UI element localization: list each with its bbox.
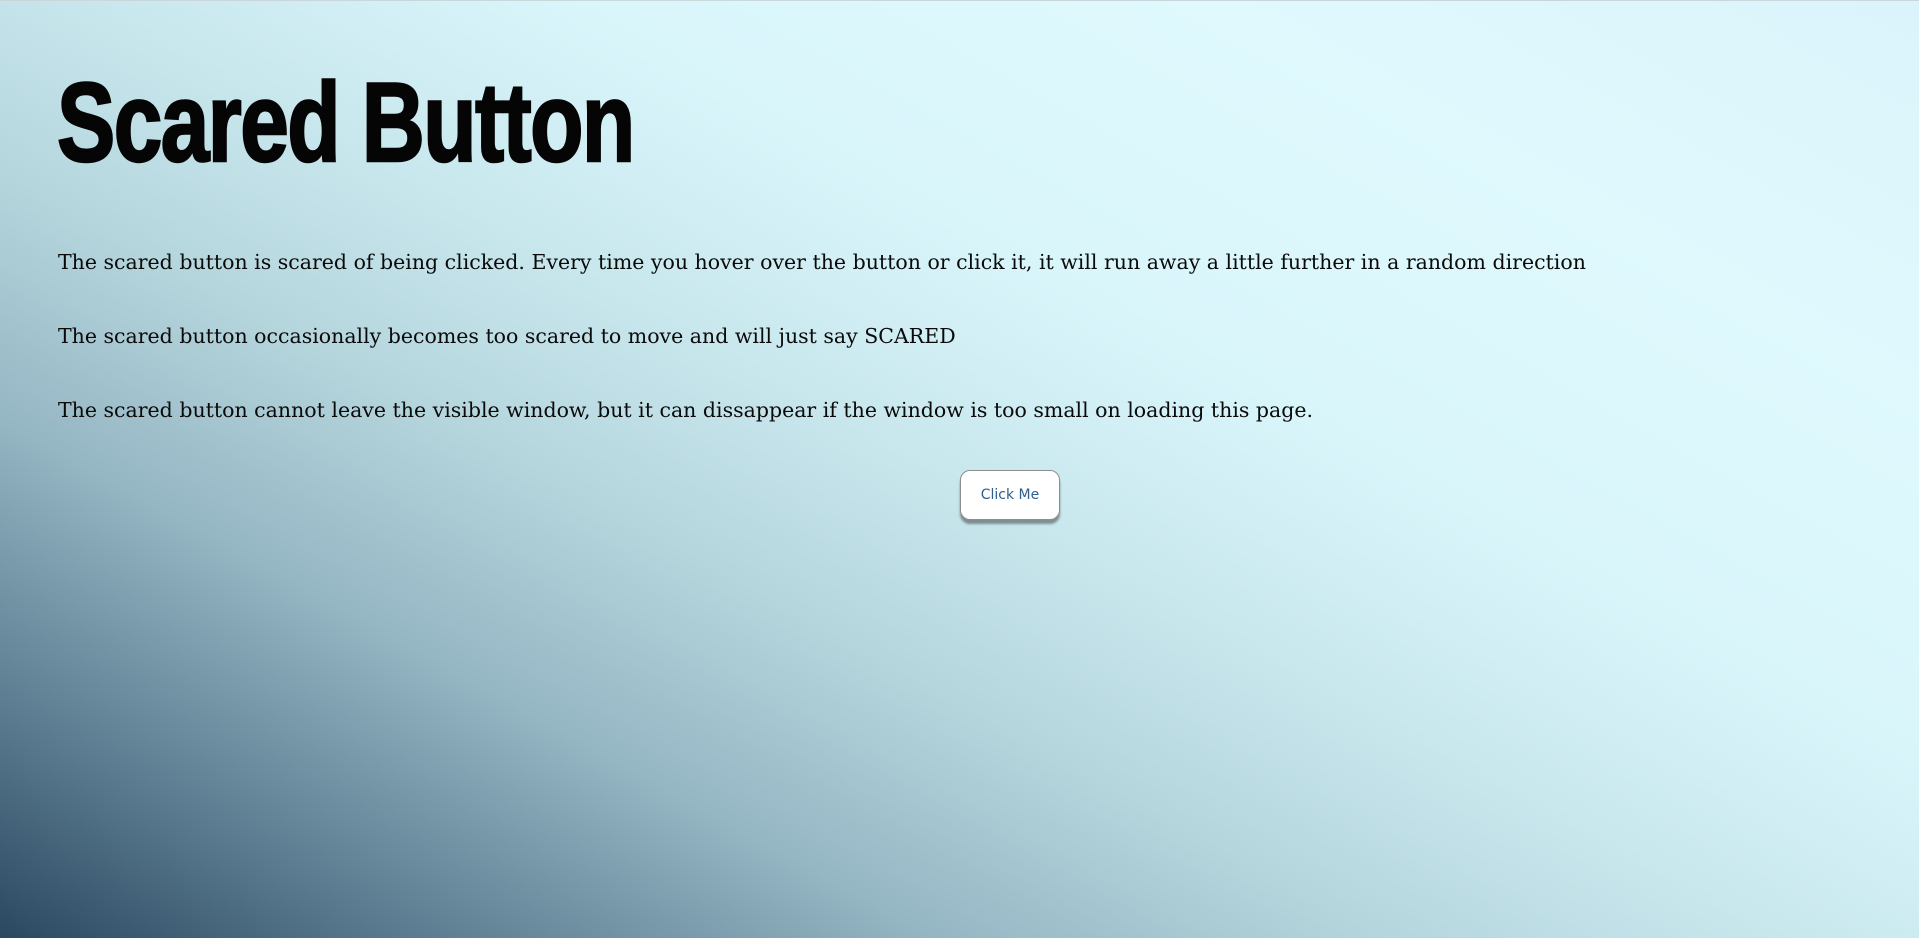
scared-button[interactable]: Click Me (960, 470, 1060, 520)
page-title: Scared Button (56, 59, 636, 187)
scared-button-label: Click Me (980, 487, 1040, 503)
description-paragraph-2: The scared button occasionally becomes t… (58, 324, 956, 348)
description-paragraph-3: The scared button cannot leave the visib… (58, 398, 1314, 422)
description-paragraph-1: The scared button is scared of being cli… (58, 250, 1586, 274)
top-border (0, 0, 1919, 1)
